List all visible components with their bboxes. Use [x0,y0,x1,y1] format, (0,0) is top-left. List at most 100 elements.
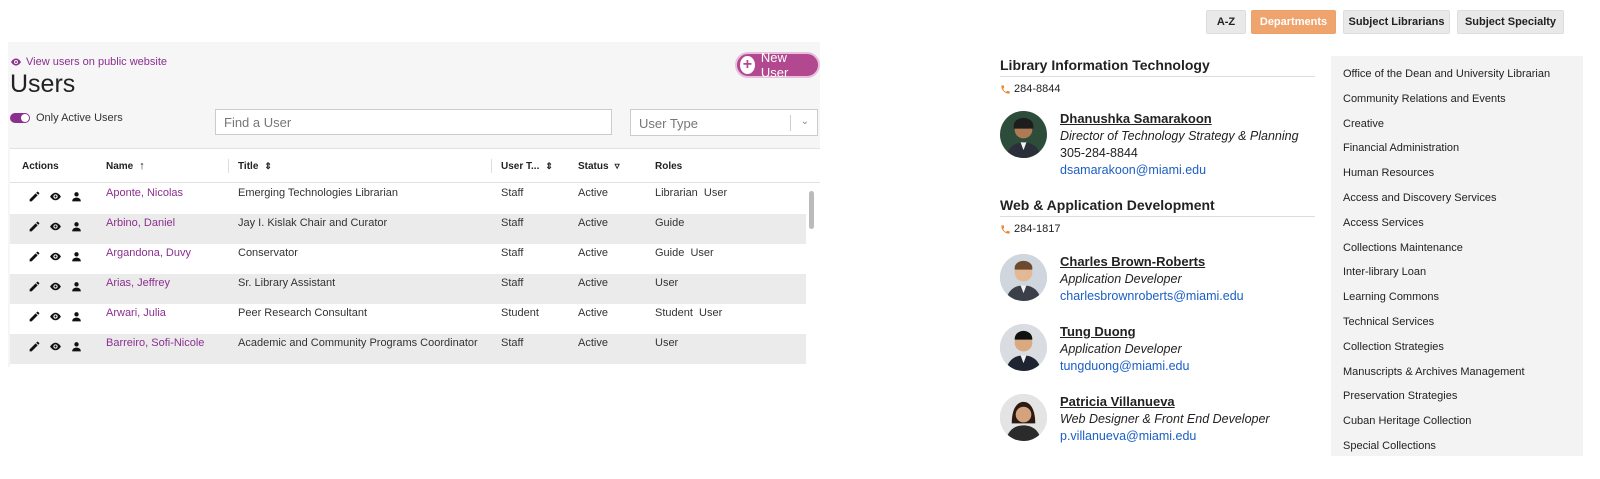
col-actions: Actions [22,149,59,183]
az-button[interactable]: A-Z [1206,10,1246,34]
view-public-link[interactable]: View users on public website [10,56,167,68]
person-name[interactable]: Tung Duong [1060,324,1189,339]
sidebar-item[interactable]: Access Services [1343,217,1424,229]
col-title[interactable]: Title ⇕ [228,149,272,183]
table-row: Aponte, Nicolas Emerging Technologies Lib… [10,184,806,214]
user-type-placeholder: User Type [639,116,699,131]
table-row: Barreiro, Sofi-Nicole Academic and Commun… [10,334,806,364]
dept-divider [1000,76,1315,77]
sidebar-item[interactable]: Human Resources [1343,167,1434,179]
col-status[interactable]: Status ▿ [578,149,620,183]
edit-icon[interactable] [28,220,41,233]
user-icon[interactable] [70,310,83,323]
eye-icon [11,58,21,66]
edit-icon[interactable] [28,190,41,203]
table-scrollbar[interactable] [809,191,814,229]
col-actions-label: Actions [22,160,59,172]
view-icon[interactable] [49,190,62,203]
table-header: Actions Name ↑ Title ⇕ User T... ⇕ Status ▿ … [10,149,820,183]
sidebar-item[interactable]: Access and Discovery Services [1343,192,1496,204]
dept-title: Library Information Technology [1000,57,1210,73]
user-type-select[interactable]: User Type ⌄ [630,109,818,136]
user-type: Staff [501,337,524,349]
table-row: Arwari, Julia Peer Research Consultant Stu… [10,304,806,334]
departments-button[interactable]: Departments [1251,10,1336,34]
subject-librarians-button[interactable]: Subject Librarians [1343,10,1450,34]
user-roles: Guide User [655,247,714,259]
user-name-link[interactable]: Arias, Jeffrey [106,277,170,289]
user-roles: User [655,277,679,289]
avatar [1000,394,1047,441]
view-icon[interactable] [49,250,62,263]
sidebar-item[interactable]: Technical Services [1343,316,1434,328]
filter-icon: ▿ [614,160,620,172]
person-role: Application Developer [1060,342,1182,356]
sidebar-item[interactable]: Creative [1343,118,1384,130]
sidebar-item[interactable]: Manuscripts & Archives Management [1343,366,1525,378]
user-icon[interactable] [70,340,83,353]
user-name-link[interactable]: Barreiro, Sofi-Nicole [106,337,204,349]
sidebar-item[interactable]: Special Collections [1343,440,1436,452]
department-sidebar: Office of the Dean and University Librar… [1331,56,1583,456]
table-row: Arbino, Daniel Jay I. Kislak Chair and Cu… [10,214,806,244]
view-icon[interactable] [49,310,62,323]
user-title: Emerging Technologies Librarian [238,187,399,199]
user-type: Staff [501,247,524,259]
sidebar-item[interactable]: Collections Maintenance [1343,242,1463,254]
person-name[interactable]: Charles Brown-Roberts [1060,254,1244,269]
sidebar-item[interactable]: Inter-library Loan [1343,266,1426,278]
person-card: Tung Duong Application Developer tungduo… [1000,324,1320,378]
dept-phone-number: 284-8844 [1014,83,1061,95]
user-icon[interactable] [70,280,83,293]
person-role: Application Developer [1060,272,1182,286]
view-icon[interactable] [49,280,62,293]
user-title: Academic and Community Programs Coordina… [238,337,478,349]
user-name-link[interactable]: Aponte, Nicolas [106,187,183,199]
sidebar-item[interactable]: Collection Strategies [1343,341,1444,353]
avatar [1000,324,1047,371]
view-icon[interactable] [49,340,62,353]
user-title: Peer Research Consultant [238,307,368,319]
person-email[interactable]: dsamarakoon@miami.edu [1060,163,1299,177]
sidebar-item[interactable]: Preservation Strategies [1343,390,1457,402]
new-user-button[interactable]: + New User [735,50,820,80]
sidebar-item[interactable]: Community Relations and Events [1343,93,1506,105]
person-role: Director of Technology Strategy & Planni… [1060,129,1299,143]
user-name-link[interactable]: Argandona, Duvy [106,247,191,259]
user-status: Active [578,217,608,229]
user-name-link[interactable]: Arbino, Daniel [106,217,175,229]
col-name-label: Name [106,160,134,172]
col-user-type[interactable]: User T... ⇕ [491,149,553,183]
view-icon[interactable] [49,220,62,233]
dept-phone: 284-8844 [1000,83,1061,95]
subject-specialty-button[interactable]: Subject Specialty [1457,10,1564,34]
sidebar-item[interactable]: Office of the Dean and University Librar… [1343,68,1550,80]
edit-icon[interactable] [28,310,41,323]
table-row: Arias, Jeffrey Sr. Library Assistant Staff… [10,274,806,304]
person-name[interactable]: Dhanushka Samarakoon [1060,111,1299,126]
only-active-label: Only Active Users [36,112,123,124]
user-type: Staff [501,277,524,289]
sidebar-item[interactable]: Financial Administration [1343,142,1459,154]
sidebar-item[interactable]: Cuban Heritage Collection [1343,415,1471,427]
user-icon[interactable] [70,220,83,233]
users-table: Actions Name ↑ Title ⇕ User T... ⇕ Status ▿ … [10,148,820,367]
edit-icon[interactable] [28,250,41,263]
search-input[interactable] [215,109,612,135]
user-icon[interactable] [70,250,83,263]
admin-panel: View users on public website Users + New… [8,42,820,367]
col-name[interactable]: Name ↑ [106,149,145,183]
sidebar-item[interactable]: Learning Commons [1343,291,1439,303]
person-email[interactable]: tungduong@miami.edu [1060,359,1189,373]
edit-icon[interactable] [28,340,41,353]
edit-icon[interactable] [28,280,41,293]
row-actions [28,280,83,293]
person-email[interactable]: p.villanueva@miami.edu [1060,429,1270,443]
user-name-link[interactable]: Arwari, Julia [106,307,166,319]
row-actions [28,250,83,263]
person-card: Dhanushka Samarakoon Director of Technol… [1000,111,1320,177]
person-email[interactable]: charlesbrownroberts@miami.edu [1060,289,1244,303]
only-active-toggle[interactable] [10,113,30,123]
user-icon[interactable] [70,190,83,203]
person-name[interactable]: Patricia Villanueva [1060,394,1270,409]
